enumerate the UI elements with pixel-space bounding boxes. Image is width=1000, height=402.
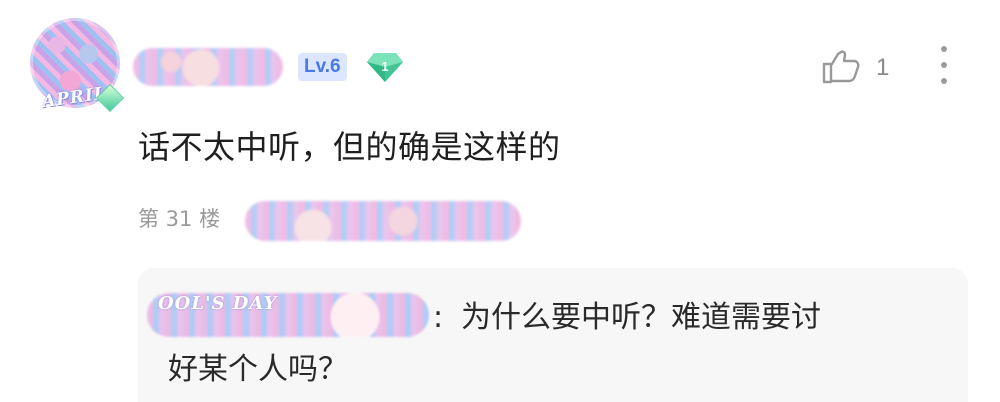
blurred-username[interactable] bbox=[133, 48, 283, 86]
floor-label: 第 31 楼 bbox=[138, 207, 221, 231]
comment-text: 话不太中听，但的确是这样的 bbox=[138, 128, 561, 166]
diamond-count: 1 bbox=[381, 58, 389, 74]
reply-text-line-2: 好某个人吗？ bbox=[168, 352, 348, 387]
reply-author-overlay-text: OOL'S DAY bbox=[158, 293, 278, 314]
comment-card: APRIL Lv.6 1 1 话不太中听，但的确是这样的 第 31 楼 OOL'… bbox=[0, 0, 1000, 402]
diamond-level-icon: 1 bbox=[365, 49, 405, 85]
more-vertical-icon[interactable] bbox=[932, 43, 956, 89]
user-level-badge: Lv.6 bbox=[298, 53, 347, 81]
like-button[interactable]: 1 bbox=[820, 50, 889, 85]
reply-colon: : bbox=[433, 300, 444, 335]
like-count: 1 bbox=[876, 53, 890, 81]
thumbs-up-icon bbox=[822, 50, 860, 84]
blurred-metadata bbox=[245, 201, 521, 241]
reply-text-line-1: 为什么要中听？难道需要讨 bbox=[461, 300, 821, 335]
